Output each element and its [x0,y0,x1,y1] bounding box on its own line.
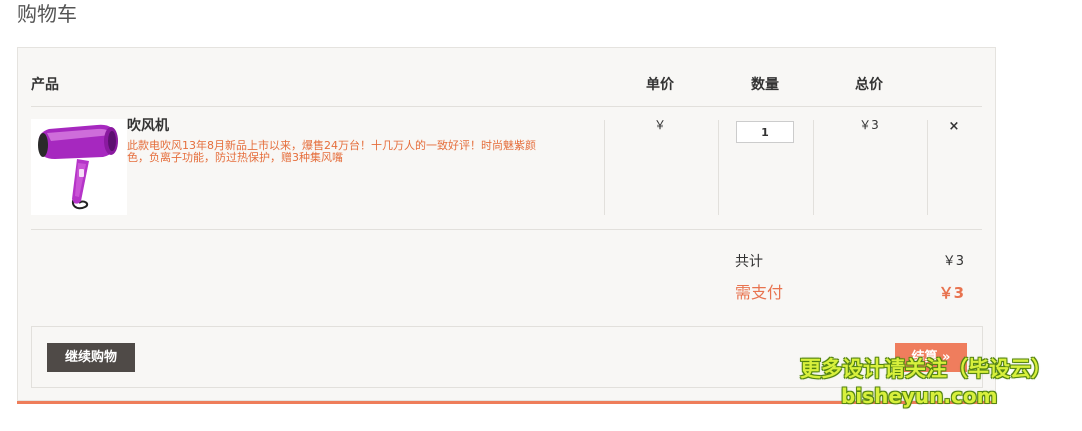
continue-shopping-button[interactable]: 继续购物 [47,343,135,372]
hair-dryer-image [31,119,127,215]
product-description: 此款电吹风13年8月新品上市以来，爆售24万台！十几万人的一致好评！时尚魅紫颜色… [127,139,536,164]
amount-due-label: 需支付 [735,283,784,302]
quantity-input[interactable] [736,121,794,143]
unit-price: ￥ [653,118,666,132]
header-quantity: 数量 [751,77,779,93]
watermark-text: 更多设计请关注（毕设云） [800,357,1052,381]
amount-due-value: ￥3 [938,284,964,302]
line-total: ￥3 [859,118,879,132]
column-divider [718,120,719,215]
product-name[interactable]: 吹风机 [127,116,169,136]
header-divider [31,106,982,107]
page-title: 购物车 [17,2,77,26]
header-product: 产品 [31,77,59,93]
remove-item-button[interactable]: × [946,118,962,136]
column-divider [604,120,605,215]
subtotal-label: 共计 [735,254,763,270]
row-divider [31,229,982,230]
close-icon: × [948,119,960,134]
subtotal-value: ￥3 [942,254,964,269]
watermark-url: bisheyun.com [841,384,998,408]
shopping-cart-page: 购物车 产品 单价 数量 总价 吹风机 此款电吹风13年8月新品上市以来，爆售2… [0,0,1082,431]
header-total: 总价 [855,77,883,93]
column-divider [813,120,814,215]
product-image[interactable] [31,119,127,215]
header-unit-price: 单价 [646,77,674,93]
column-divider [927,120,928,215]
